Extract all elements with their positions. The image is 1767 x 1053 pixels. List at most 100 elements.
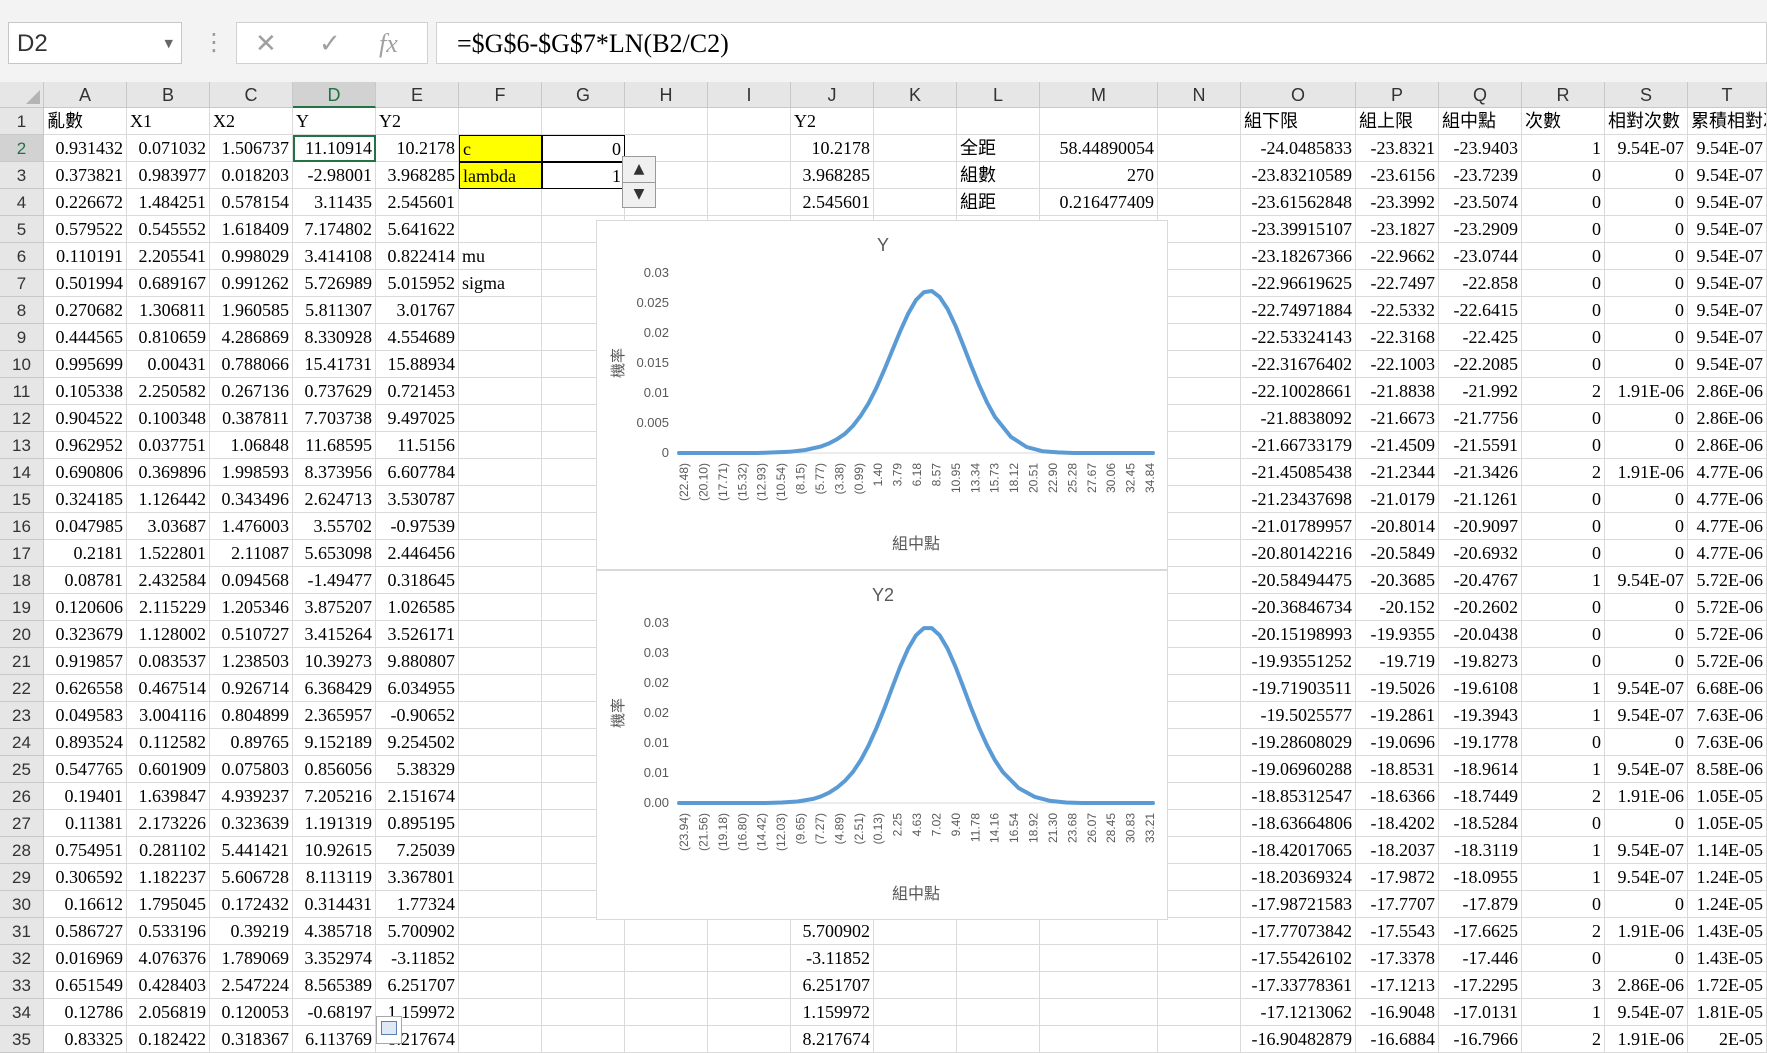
row-header[interactable]: 17 (0, 540, 44, 567)
cell-m33[interactable] (1040, 972, 1158, 999)
cell-h33[interactable] (625, 972, 708, 999)
cell-a4[interactable]: 0.226672 (44, 189, 127, 216)
cell-o18[interactable]: -20.58494475 (1241, 567, 1356, 594)
cell-e22[interactable]: 6.034955 (376, 675, 459, 702)
cell-o16[interactable]: -21.01789957 (1241, 513, 1356, 540)
cell-n10[interactable] (1158, 351, 1241, 378)
cell-r2[interactable]: 1 (1522, 135, 1605, 162)
cell-b2[interactable]: 0.071032 (127, 135, 210, 162)
cell-k1[interactable] (874, 108, 957, 135)
cell-e17[interactable]: 2.446456 (376, 540, 459, 567)
column-header-e[interactable]: E (376, 82, 459, 108)
cell-f10[interactable] (459, 351, 542, 378)
cell-t31[interactable]: 1.43E-05 (1688, 918, 1767, 945)
cell-n17[interactable] (1158, 540, 1241, 567)
cell-o9[interactable]: -22.53324143 (1241, 324, 1356, 351)
cell-r12[interactable]: 0 (1522, 405, 1605, 432)
formula-input[interactable]: =$G$6-$G$7*LN(B2/C2) (436, 22, 1767, 64)
cell-d11[interactable]: 0.737629 (293, 378, 376, 405)
cell-n34[interactable] (1158, 999, 1241, 1026)
cell-f2[interactable]: c (459, 135, 542, 162)
row-header[interactable]: 30 (0, 891, 44, 918)
paste-options-button[interactable] (376, 1016, 402, 1044)
cell-c29[interactable]: 5.606728 (210, 864, 293, 891)
cell-f27[interactable] (459, 810, 542, 837)
name-box[interactable]: D2 ▼ (8, 22, 182, 64)
cell-j34[interactable]: 1.159972 (791, 999, 874, 1026)
cell-t3[interactable]: 9.54E-07 (1688, 162, 1767, 189)
cell-b12[interactable]: 0.100348 (127, 405, 210, 432)
cell-a2[interactable]: 0.931432 (44, 135, 127, 162)
cell-e25[interactable]: 5.38329 (376, 756, 459, 783)
cell-c22[interactable]: 0.926714 (210, 675, 293, 702)
cell-n28[interactable] (1158, 837, 1241, 864)
cell-i3[interactable] (708, 162, 791, 189)
cell-r11[interactable]: 2 (1522, 378, 1605, 405)
cell-k31[interactable] (874, 918, 957, 945)
cell-s2[interactable]: 9.54E-07 (1605, 135, 1688, 162)
cell-b16[interactable]: 3.03687 (127, 513, 210, 540)
cell-d2[interactable]: 11.10914 (293, 135, 376, 162)
row-header[interactable]: 3 (0, 162, 44, 189)
cell-o29[interactable]: -18.20369324 (1241, 864, 1356, 891)
cell-c8[interactable]: 1.960585 (210, 297, 293, 324)
cell-q30[interactable]: -17.879 (1439, 891, 1522, 918)
cell-g4[interactable] (542, 189, 625, 216)
row-header[interactable]: 16 (0, 513, 44, 540)
column-header-q[interactable]: Q (1439, 82, 1522, 108)
cell-s19[interactable]: 0 (1605, 594, 1688, 621)
cell-q21[interactable]: -19.8273 (1439, 648, 1522, 675)
cell-b7[interactable]: 0.689167 (127, 270, 210, 297)
cell-e30[interactable]: 1.77324 (376, 891, 459, 918)
cell-a35[interactable]: 0.83325 (44, 1026, 127, 1053)
cell-q32[interactable]: -17.446 (1439, 945, 1522, 972)
cell-c27[interactable]: 0.323639 (210, 810, 293, 837)
cell-t2[interactable]: 9.54E-07 (1688, 135, 1767, 162)
cell-s15[interactable]: 0 (1605, 486, 1688, 513)
cell-n4[interactable] (1158, 189, 1241, 216)
cell-n25[interactable] (1158, 756, 1241, 783)
cell-h31[interactable] (625, 918, 708, 945)
row-header[interactable]: 24 (0, 729, 44, 756)
cell-p12[interactable]: -21.6673 (1356, 405, 1439, 432)
cell-t28[interactable]: 1.14E-05 (1688, 837, 1767, 864)
cell-a14[interactable]: 0.690806 (44, 459, 127, 486)
cell-r27[interactable]: 0 (1522, 810, 1605, 837)
cell-q19[interactable]: -20.2602 (1439, 594, 1522, 621)
cell-q1[interactable]: 組中點 (1439, 108, 1522, 135)
cell-s33[interactable]: 2.86E-06 (1605, 972, 1688, 999)
cell-r14[interactable]: 2 (1522, 459, 1605, 486)
cell-a34[interactable]: 0.12786 (44, 999, 127, 1026)
cell-f35[interactable] (459, 1026, 542, 1053)
cell-d14[interactable]: 8.373956 (293, 459, 376, 486)
cell-q11[interactable]: -21.992 (1439, 378, 1522, 405)
cell-o21[interactable]: -19.93551252 (1241, 648, 1356, 675)
cell-d7[interactable]: 5.726989 (293, 270, 376, 297)
cell-a22[interactable]: 0.626558 (44, 675, 127, 702)
cell-o2[interactable]: -24.0485833 (1241, 135, 1356, 162)
cell-e21[interactable]: 9.880807 (376, 648, 459, 675)
cell-i33[interactable] (708, 972, 791, 999)
cell-e1[interactable]: Y2 (376, 108, 459, 135)
cell-a13[interactable]: 0.962952 (44, 432, 127, 459)
cell-f24[interactable] (459, 729, 542, 756)
cell-j31[interactable]: 5.700902 (791, 918, 874, 945)
cell-q10[interactable]: -22.2085 (1439, 351, 1522, 378)
cell-f22[interactable] (459, 675, 542, 702)
cell-d16[interactable]: 3.55702 (293, 513, 376, 540)
cell-l34[interactable] (957, 999, 1040, 1026)
cell-d20[interactable]: 3.415264 (293, 621, 376, 648)
cell-b26[interactable]: 1.639847 (127, 783, 210, 810)
cell-b1[interactable]: X1 (127, 108, 210, 135)
cell-d30[interactable]: 0.314431 (293, 891, 376, 918)
cell-s3[interactable]: 0 (1605, 162, 1688, 189)
cell-p32[interactable]: -17.3378 (1356, 945, 1439, 972)
cell-d9[interactable]: 8.330928 (293, 324, 376, 351)
cell-p21[interactable]: -19.719 (1356, 648, 1439, 675)
cell-t6[interactable]: 9.54E-07 (1688, 243, 1767, 270)
cell-a5[interactable]: 0.579522 (44, 216, 127, 243)
cell-p11[interactable]: -21.8838 (1356, 378, 1439, 405)
row-header[interactable]: 9 (0, 324, 44, 351)
cell-c5[interactable]: 1.618409 (210, 216, 293, 243)
more-options-icon[interactable]: ⋮ (202, 28, 226, 56)
